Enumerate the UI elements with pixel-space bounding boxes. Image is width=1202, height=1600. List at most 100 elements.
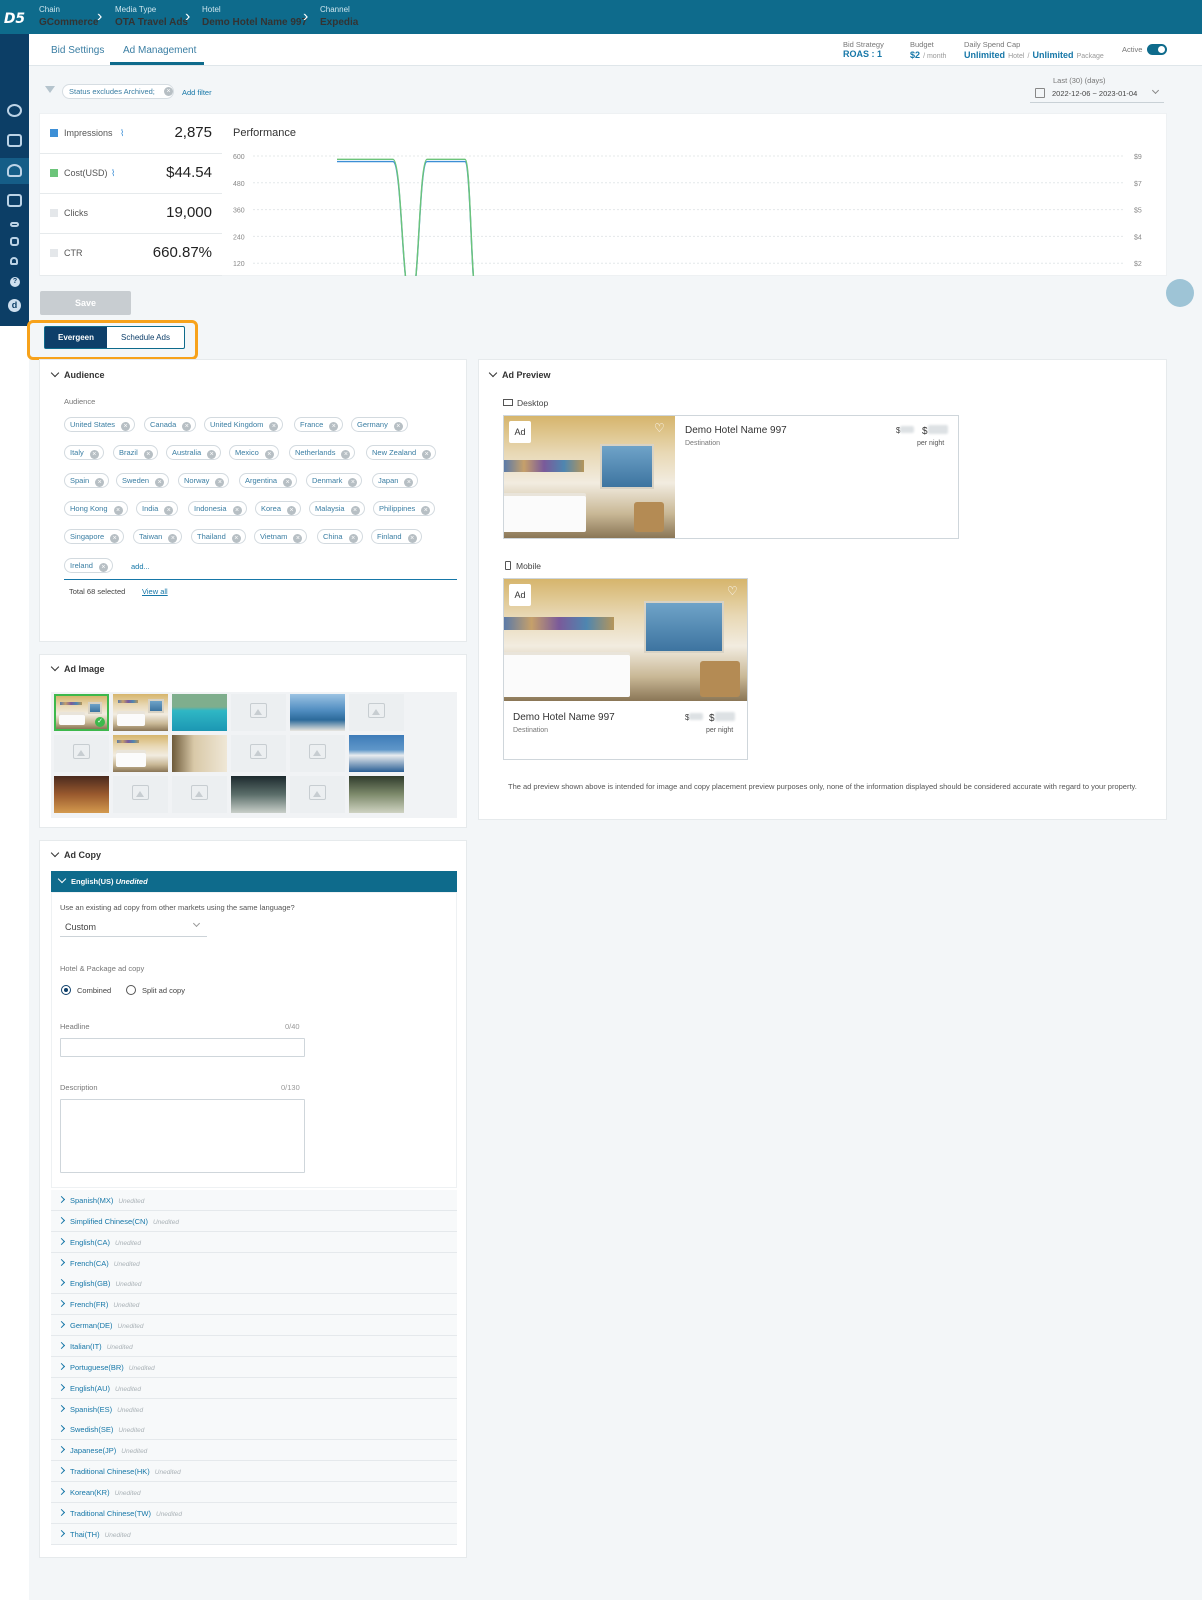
language-row[interactable]: Simplified Chinese(CN) Unedited: [51, 1210, 457, 1232]
audience-chip[interactable]: Indonesia ×: [188, 501, 247, 516]
date-range-picker[interactable]: 2022-12-06 ~ 2023-01-04: [1030, 85, 1164, 103]
image-thumbnail[interactable]: [231, 776, 286, 813]
audience-chip[interactable]: United Kingdom ×: [204, 417, 284, 432]
image-thumbnail-placeholder[interactable]: [349, 694, 404, 731]
audience-chip[interactable]: Denmark ×: [306, 473, 363, 488]
image-thumbnail[interactable]: [172, 694, 227, 731]
help-icon[interactable]: ?: [10, 277, 20, 287]
language-row[interactable]: Spanish(ES) Unedited: [51, 1398, 457, 1420]
audience-chip[interactable]: Canada ×: [144, 417, 197, 432]
language-row[interactable]: Portuguese(BR) Unedited: [51, 1356, 457, 1378]
headline-input[interactable]: [60, 1038, 305, 1057]
language-row[interactable]: French(FR) Unedited: [51, 1294, 457, 1316]
app-logo[interactable]: D5: [0, 0, 29, 34]
ad-copy-header[interactable]: Ad Copy: [50, 848, 101, 860]
language-row[interactable]: Thai(TH) Unedited: [51, 1523, 457, 1545]
language-row[interactable]: Traditional Chinese(HK) Unedited: [51, 1461, 457, 1483]
audience-chip[interactable]: Sweden ×: [116, 473, 170, 488]
remove-chip-icon[interactable]: ×: [89, 450, 99, 459]
remove-chip-icon[interactable]: ×: [182, 422, 192, 431]
ad-preview-header[interactable]: Ad Preview: [488, 368, 551, 380]
image-thumbnail[interactable]: [290, 694, 345, 731]
remove-chip-icon[interactable]: ×: [215, 478, 225, 487]
audience-chip[interactable]: Netherlands ×: [289, 445, 356, 460]
audience-chip[interactable]: France ×: [294, 417, 344, 432]
image-thumbnail-placeholder[interactable]: [54, 735, 109, 772]
language-row[interactable]: English(AU) Unedited: [51, 1377, 457, 1399]
save-button[interactable]: Save: [40, 291, 131, 315]
heart-icon[interactable]: ♡: [654, 421, 665, 435]
heart-icon[interactable]: ♡: [727, 584, 738, 598]
remove-chip-icon[interactable]: ×: [348, 478, 358, 487]
language-row-expanded[interactable]: English(US) Unedited: [51, 871, 457, 892]
audience-chip[interactable]: Malaysia ×: [309, 501, 365, 516]
description-textarea[interactable]: [60, 1099, 305, 1173]
wallet-icon[interactable]: [7, 194, 22, 207]
image-thumbnail-placeholder[interactable]: [231, 694, 286, 731]
copy-source-select[interactable]: Custom: [60, 918, 207, 937]
image-thumbnail-placeholder[interactable]: [231, 735, 286, 772]
remove-chip-icon[interactable]: ×: [110, 534, 120, 543]
remove-chip-icon[interactable]: ×: [95, 478, 105, 487]
image-thumbnail[interactable]: [349, 776, 404, 813]
remove-chip-icon[interactable]: ×: [329, 422, 339, 431]
remove-chip-icon[interactable]: ×: [155, 478, 165, 487]
audience-chip[interactable]: Singapore ×: [64, 529, 125, 544]
filter-chip[interactable]: Status excludes Archived;: [62, 84, 174, 99]
audience-chip[interactable]: China ×: [317, 529, 363, 544]
remove-chip-icon[interactable]: ×: [207, 450, 217, 459]
calendar-icon[interactable]: [10, 237, 19, 246]
remove-chip-icon[interactable]: ×: [421, 506, 431, 515]
user-avatar-icon[interactable]: d: [8, 299, 21, 312]
image-thumbnail[interactable]: [54, 776, 109, 813]
remove-chip-icon[interactable]: ×: [287, 506, 297, 515]
audience-chip[interactable]: Germany ×: [351, 417, 408, 432]
remove-chip-icon[interactable]: ×: [350, 506, 360, 515]
filter-icon[interactable]: [45, 86, 55, 93]
remove-chip-icon[interactable]: ×: [393, 422, 403, 431]
audience-chip[interactable]: Thailand ×: [191, 529, 246, 544]
image-thumbnail-selected[interactable]: ✓: [54, 694, 109, 731]
tab-bid-settings[interactable]: Bid Settings: [51, 45, 104, 56]
remove-chip-icon[interactable]: ×: [264, 450, 274, 459]
audience-chip[interactable]: Korea ×: [255, 501, 302, 516]
remove-chip-icon[interactable]: ×: [293, 534, 303, 543]
remove-chip-icon[interactable]: ×: [348, 534, 358, 543]
audience-chip[interactable]: Norway ×: [178, 473, 230, 488]
add-audience-input[interactable]: add...: [131, 562, 150, 571]
language-row[interactable]: Traditional Chinese(TW) Unedited: [51, 1502, 457, 1524]
remove-chip-icon[interactable]: ×: [143, 450, 153, 459]
remove-chip-icon[interactable]: ×: [283, 478, 293, 487]
breadcrumb-media-type[interactable]: Media Type OTA Travel Ads: [115, 5, 188, 28]
language-row[interactable]: English(GB) Unedited: [51, 1273, 457, 1295]
image-thumbnail-placeholder[interactable]: [113, 776, 168, 813]
active-toggle[interactable]: [1147, 44, 1167, 55]
view-all-link[interactable]: View all: [142, 587, 168, 596]
metric-impressions[interactable]: Impressions ⌇ 2,875: [40, 114, 222, 154]
remove-chip-icon[interactable]: ×: [404, 478, 414, 487]
remove-chip-icon[interactable]: ×: [113, 506, 123, 515]
metric-cost[interactable]: Cost(USD) ⌇ $44.54: [40, 154, 222, 194]
remove-chip-icon[interactable]: ×: [121, 422, 131, 431]
bell-icon[interactable]: [10, 257, 18, 265]
language-row[interactable]: Korean(KR) Unedited: [51, 1481, 457, 1503]
language-row[interactable]: Japanese(JP) Unedited: [51, 1440, 457, 1462]
metric-clicks[interactable]: Clicks 19,000: [40, 194, 222, 234]
remove-chip-icon[interactable]: ×: [407, 534, 417, 543]
tab-ad-management[interactable]: Ad Management: [123, 45, 196, 56]
audience-chip[interactable]: Japan ×: [372, 473, 419, 488]
metric-ctr[interactable]: CTR 660.87%: [40, 234, 222, 276]
language-row[interactable]: Italian(IT) Unedited: [51, 1335, 457, 1357]
audience-chip[interactable]: Ireland ×: [64, 558, 113, 573]
audience-chip[interactable]: Hong Kong ×: [64, 501, 128, 516]
audience-chip[interactable]: Italy ×: [64, 445, 104, 460]
audience-chip[interactable]: Finland ×: [371, 529, 422, 544]
radio-combined[interactable]: [61, 985, 71, 995]
remove-chip-icon[interactable]: ×: [98, 563, 108, 572]
add-filter-link[interactable]: Add filter: [182, 88, 212, 97]
image-thumbnail[interactable]: [349, 735, 404, 772]
audience-chip[interactable]: United States ×: [64, 417, 136, 432]
audience-chip[interactable]: Philippines ×: [373, 501, 436, 516]
image-thumbnail-placeholder[interactable]: [172, 776, 227, 813]
audience-chip[interactable]: India ×: [136, 501, 179, 516]
